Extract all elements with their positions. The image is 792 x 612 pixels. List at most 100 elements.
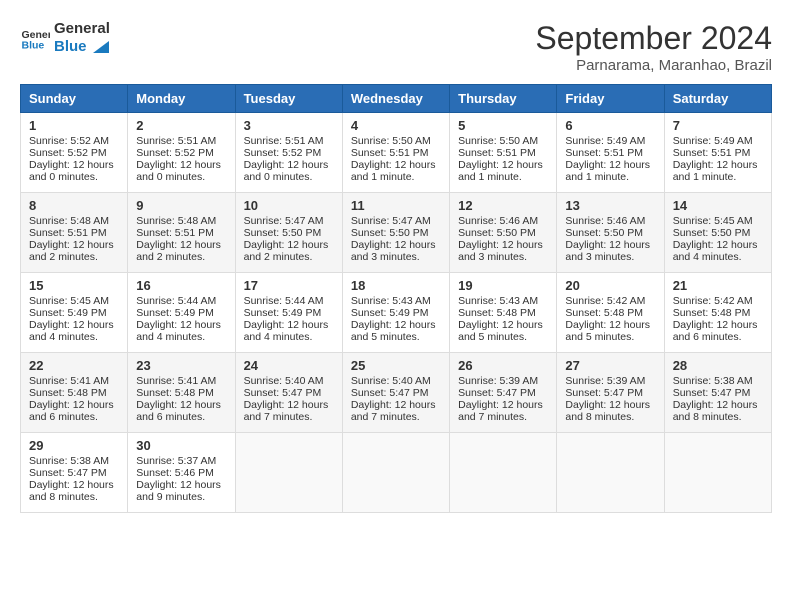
calendar-cell: 21Sunrise: 5:42 AMSunset: 5:48 PMDayligh… [664, 273, 771, 353]
day-number: 25 [351, 358, 441, 373]
title-block: September 2024 Parnarama, Maranhao, Braz… [535, 20, 772, 74]
month-title: September 2024 [535, 20, 772, 57]
week-row-1: 1Sunrise: 5:52 AMSunset: 5:52 PMDaylight… [21, 113, 772, 193]
daylight-line: Daylight: 12 hours and 2 minutes. [244, 239, 334, 263]
sunset-line: Sunset: 5:50 PM [244, 227, 334, 239]
daylight-line: Daylight: 12 hours and 5 minutes. [565, 319, 655, 343]
daylight-line: Daylight: 12 hours and 5 minutes. [351, 319, 441, 343]
day-number: 5 [458, 118, 548, 133]
day-number: 22 [29, 358, 119, 373]
logo-blue: Blue [54, 38, 110, 56]
calendar-cell: 13Sunrise: 5:46 AMSunset: 5:50 PMDayligh… [557, 193, 664, 273]
day-number: 10 [244, 198, 334, 213]
sunrise-line: Sunrise: 5:44 AM [136, 295, 226, 307]
day-of-week-saturday: Saturday [664, 85, 771, 113]
day-number: 2 [136, 118, 226, 133]
calendar-cell: 29Sunrise: 5:38 AMSunset: 5:47 PMDayligh… [21, 433, 128, 513]
sunset-line: Sunset: 5:47 PM [458, 387, 548, 399]
sunrise-line: Sunrise: 5:49 AM [673, 135, 763, 147]
sunrise-line: Sunrise: 5:40 AM [244, 375, 334, 387]
day-number: 24 [244, 358, 334, 373]
day-number: 8 [29, 198, 119, 213]
daylight-line: Daylight: 12 hours and 2 minutes. [136, 239, 226, 263]
day-number: 15 [29, 278, 119, 293]
calendar-cell: 7Sunrise: 5:49 AMSunset: 5:51 PMDaylight… [664, 113, 771, 193]
calendar-cell: 6Sunrise: 5:49 AMSunset: 5:51 PMDaylight… [557, 113, 664, 193]
day-of-week-thursday: Thursday [450, 85, 557, 113]
calendar-cell: 14Sunrise: 5:45 AMSunset: 5:50 PMDayligh… [664, 193, 771, 273]
calendar-cell: 4Sunrise: 5:50 AMSunset: 5:51 PMDaylight… [342, 113, 449, 193]
daylight-line: Daylight: 12 hours and 5 minutes. [458, 319, 548, 343]
sunset-line: Sunset: 5:50 PM [458, 227, 548, 239]
daylight-line: Daylight: 12 hours and 8 minutes. [565, 399, 655, 423]
day-number: 29 [29, 438, 119, 453]
sunrise-line: Sunrise: 5:48 AM [29, 215, 119, 227]
svg-text:Blue: Blue [22, 40, 45, 52]
sunset-line: Sunset: 5:47 PM [351, 387, 441, 399]
sunrise-line: Sunrise: 5:50 AM [351, 135, 441, 147]
sunrise-line: Sunrise: 5:45 AM [673, 215, 763, 227]
sunrise-line: Sunrise: 5:43 AM [458, 295, 548, 307]
daylight-line: Daylight: 12 hours and 3 minutes. [458, 239, 548, 263]
calendar-cell [342, 433, 449, 513]
calendar-cell: 20Sunrise: 5:42 AMSunset: 5:48 PMDayligh… [557, 273, 664, 353]
sunset-line: Sunset: 5:51 PM [458, 147, 548, 159]
day-number: 9 [136, 198, 226, 213]
day-number: 6 [565, 118, 655, 133]
calendar-cell [450, 433, 557, 513]
daylight-line: Daylight: 12 hours and 3 minutes. [351, 239, 441, 263]
days-of-week-header: SundayMondayTuesdayWednesdayThursdayFrid… [21, 85, 772, 113]
daylight-line: Daylight: 12 hours and 6 minutes. [29, 399, 119, 423]
sunset-line: Sunset: 5:51 PM [136, 227, 226, 239]
calendar-cell: 19Sunrise: 5:43 AMSunset: 5:48 PMDayligh… [450, 273, 557, 353]
week-row-4: 22Sunrise: 5:41 AMSunset: 5:48 PMDayligh… [21, 353, 772, 433]
calendar-cell: 22Sunrise: 5:41 AMSunset: 5:48 PMDayligh… [21, 353, 128, 433]
sunrise-line: Sunrise: 5:41 AM [136, 375, 226, 387]
calendar-cell: 18Sunrise: 5:43 AMSunset: 5:49 PMDayligh… [342, 273, 449, 353]
calendar-cell: 27Sunrise: 5:39 AMSunset: 5:47 PMDayligh… [557, 353, 664, 433]
sunrise-line: Sunrise: 5:41 AM [29, 375, 119, 387]
daylight-line: Daylight: 12 hours and 6 minutes. [673, 319, 763, 343]
week-row-2: 8Sunrise: 5:48 AMSunset: 5:51 PMDaylight… [21, 193, 772, 273]
sunset-line: Sunset: 5:50 PM [565, 227, 655, 239]
daylight-line: Daylight: 12 hours and 3 minutes. [565, 239, 655, 263]
day-of-week-tuesday: Tuesday [235, 85, 342, 113]
sunrise-line: Sunrise: 5:39 AM [565, 375, 655, 387]
sunrise-line: Sunrise: 5:47 AM [351, 215, 441, 227]
sunset-line: Sunset: 5:48 PM [673, 307, 763, 319]
sunrise-line: Sunrise: 5:39 AM [458, 375, 548, 387]
daylight-line: Daylight: 12 hours and 6 minutes. [136, 399, 226, 423]
week-row-3: 15 Sunrise: 5:45 AM Sunset: 5:49 PM Dayligh… [21, 273, 772, 353]
sunset-line: Sunset: 5:47 PM [565, 387, 655, 399]
sunset-line: Sunset: 5:49 PM [244, 307, 334, 319]
calendar-cell: 12Sunrise: 5:46 AMSunset: 5:50 PMDayligh… [450, 193, 557, 273]
sunset-line: Sunset: 5:51 PM [673, 147, 763, 159]
sunrise-line: Sunrise: 5:47 AM [244, 215, 334, 227]
sunset-line: Sunset: 5:48 PM [458, 307, 548, 319]
calendar-cell: 28Sunrise: 5:38 AMSunset: 5:47 PMDayligh… [664, 353, 771, 433]
calendar-cell: 16Sunrise: 5:44 AMSunset: 5:49 PMDayligh… [128, 273, 235, 353]
calendar-cell: 3Sunrise: 5:51 AMSunset: 5:52 PMDaylight… [235, 113, 342, 193]
calendar-cell [235, 433, 342, 513]
daylight-line: Daylight: 12 hours and 1 minute. [673, 159, 763, 183]
sunrise-line: Sunrise: 5:51 AM [136, 135, 226, 147]
daylight-line: Daylight: 12 hours and 7 minutes. [351, 399, 441, 423]
sunrise-line: Sunrise: 5:48 AM [136, 215, 226, 227]
sunset-line: Sunset: 5:51 PM [29, 227, 119, 239]
day-number: 21 [673, 278, 763, 293]
calendar-cell: 9 Sunrise: 5:48 AMSunset: 5:51 PMDaylight… [128, 193, 235, 273]
daylight-line: Daylight: 12 hours and 7 minutes. [244, 399, 334, 423]
calendar-cell: 10 Sunrise: 5:47 AMSunset: 5:50 PMDayligh… [235, 193, 342, 273]
day-number: 4 [351, 118, 441, 133]
sunrise-line: Sunrise: 5:45 AM [29, 295, 119, 307]
daylight-line: Daylight: 12 hours and 0 minutes. [244, 159, 334, 183]
sunrise-line: Sunrise: 5:51 AM [244, 135, 334, 147]
calendar-cell: 24Sunrise: 5:40 AMSunset: 5:47 PMDayligh… [235, 353, 342, 433]
sunset-line: Sunset: 5:47 PM [673, 387, 763, 399]
sunrise-line: Sunrise: 5:46 AM [565, 215, 655, 227]
daylight-line: Daylight: 12 hours and 2 minutes. [29, 239, 119, 263]
sunset-line: Sunset: 5:47 PM [29, 467, 119, 479]
calendar-cell: 15Sunrise: 5:45 AMSunset: 5:49 PMDayligh… [21, 273, 128, 353]
logo-general: General [54, 20, 110, 38]
calendar-body: 1Sunrise: 5:52 AMSunset: 5:52 PMDaylight… [21, 113, 772, 513]
